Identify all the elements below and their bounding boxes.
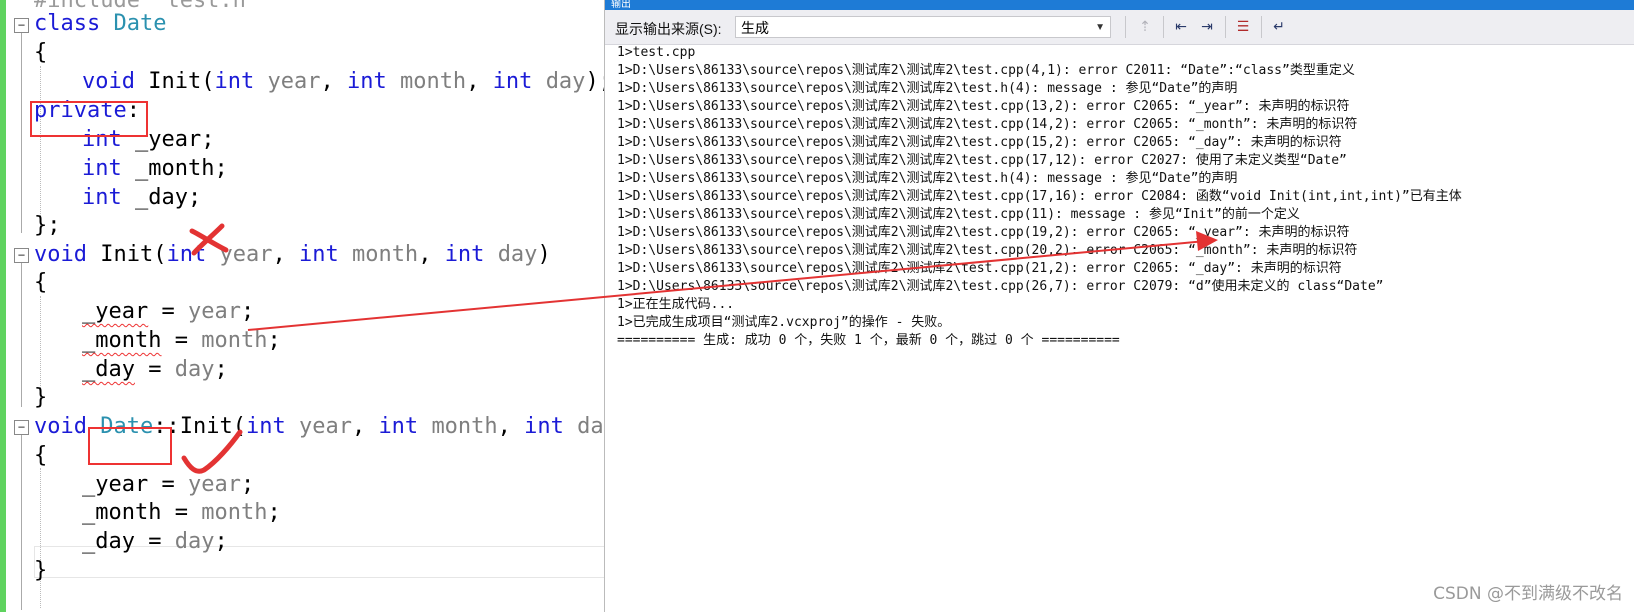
code-line: { bbox=[34, 270, 48, 295]
fold-line bbox=[21, 435, 22, 610]
chevron-down-icon: ▼ bbox=[1095, 22, 1105, 33]
scope-highlight-box bbox=[88, 427, 172, 465]
output-line: 1>D:\Users\86133\source\repos\测试库2\测试库2\… bbox=[617, 243, 1358, 258]
output-line: 1>D:\Users\86133\source\repos\测试库2\测试库2\… bbox=[617, 225, 1350, 240]
toolbar-separator bbox=[1163, 16, 1164, 38]
code-line: _month = month; bbox=[82, 500, 281, 525]
find-next-icon[interactable]: ⇥ bbox=[1197, 18, 1217, 36]
indent-guide bbox=[40, 468, 41, 608]
code-line: int _day; bbox=[82, 185, 202, 210]
clear-all-icon[interactable]: ☰ bbox=[1233, 18, 1253, 36]
output-line: 1>D:\Users\86133\source\repos\测试库2\测试库2\… bbox=[617, 135, 1342, 150]
clear-disabled-icon[interactable]: ⇡ bbox=[1135, 18, 1155, 36]
change-indicator-bar bbox=[0, 0, 6, 612]
output-line: 1>正在生成代码... bbox=[617, 297, 735, 312]
output-line: 1>D:\Users\86133\source\repos\测试库2\测试库2\… bbox=[617, 153, 1347, 168]
output-line: 1>D:\Users\86133\source\repos\测试库2\测试库2\… bbox=[617, 171, 1238, 186]
output-line: ========== 生成: 成功 0 个，失败 1 个，最新 0 个，跳过 0… bbox=[617, 333, 1120, 348]
code-line: class Date bbox=[34, 11, 167, 36]
output-line: 1>D:\Users\86133\source\repos\测试库2\测试库2\… bbox=[617, 99, 1350, 114]
output-line: 1>D:\Users\86133\source\repos\测试库2\测试库2\… bbox=[617, 207, 1300, 222]
output-text[interactable]: 1>test.cpp 1>D:\Users\86133\source\repos\… bbox=[617, 44, 1634, 350]
code-line: _day = day; bbox=[82, 529, 228, 554]
code-editor[interactable]: #include "test.h" − − − class Date { voi… bbox=[0, 0, 604, 612]
private-highlight-box bbox=[30, 101, 148, 137]
watermark: CSDN @不到满级不改名 bbox=[1433, 584, 1623, 604]
code-line: _day = day; bbox=[82, 357, 228, 382]
code-line: _year = year; bbox=[82, 472, 255, 497]
output-line: 1>D:\Users\86133\source\repos\测试库2\测试库2\… bbox=[617, 279, 1384, 294]
indent-guide bbox=[40, 66, 41, 232]
code-line: int _month; bbox=[82, 156, 228, 181]
undeclared-identifier: _year bbox=[82, 299, 149, 324]
code-line: _year = year; bbox=[82, 299, 255, 324]
code-line: } bbox=[34, 558, 48, 583]
word-wrap-icon[interactable]: ↵ bbox=[1269, 18, 1289, 36]
fold-toggle-date-init[interactable]: − bbox=[14, 420, 29, 435]
output-line: 1>D:\Users\86133\source\repos\测试库2\测试库2\… bbox=[617, 189, 1462, 204]
code-line: void Init(int year, int month, int day) bbox=[34, 242, 551, 267]
code-line: { bbox=[34, 40, 48, 65]
output-toolbar: 显示输出来源(S): 生成 ▼ ⇡ ⇤ ⇥ ☰ ↵ bbox=[605, 10, 1634, 45]
output-titlebar: 输出 bbox=[605, 0, 1634, 10]
toolbar-separator bbox=[1261, 16, 1262, 38]
source-label: 显示输出来源(S): bbox=[615, 21, 722, 37]
find-prev-icon[interactable]: ⇤ bbox=[1171, 18, 1191, 36]
output-line: 1>D:\Users\86133\source\repos\测试库2\测试库2\… bbox=[617, 261, 1342, 276]
undeclared-identifier: _month bbox=[82, 328, 162, 353]
output-line: 1>D:\Users\86133\source\repos\测试库2\测试库2\… bbox=[617, 63, 1355, 78]
output-line: 1>D:\Users\86133\source\repos\测试库2\测试库2\… bbox=[617, 117, 1358, 132]
undeclared-identifier: _day bbox=[82, 357, 135, 382]
output-line: 1>D:\Users\86133\source\repos\测试库2\测试库2\… bbox=[617, 81, 1238, 96]
output-panel: 输出 显示输出来源(S): 生成 ▼ ⇡ ⇤ ⇥ ☰ ↵ 1>test.cpp 1… bbox=[604, 0, 1634, 612]
source-value: 生成 bbox=[741, 20, 769, 36]
code-line: { bbox=[34, 443, 48, 468]
fold-line bbox=[21, 33, 22, 233]
fold-line bbox=[21, 263, 22, 407]
fold-toggle-init[interactable]: − bbox=[14, 248, 29, 263]
toolbar-separator bbox=[1225, 16, 1226, 38]
source-select[interactable]: 生成 ▼ bbox=[735, 16, 1111, 38]
output-line: 1>已完成生成项目“测试库2.vcxproj”的操作 - 失败。 bbox=[617, 315, 951, 330]
code-line: } bbox=[34, 385, 48, 410]
code-line: void Init(int year, int month, int day); bbox=[82, 69, 604, 94]
code-line: _month = month; bbox=[82, 328, 281, 353]
fold-toggle-class[interactable]: − bbox=[14, 18, 29, 33]
output-line: 1>test.cpp bbox=[617, 45, 696, 60]
toolbar-separator bbox=[1125, 16, 1126, 38]
code-line: }; bbox=[34, 213, 61, 238]
